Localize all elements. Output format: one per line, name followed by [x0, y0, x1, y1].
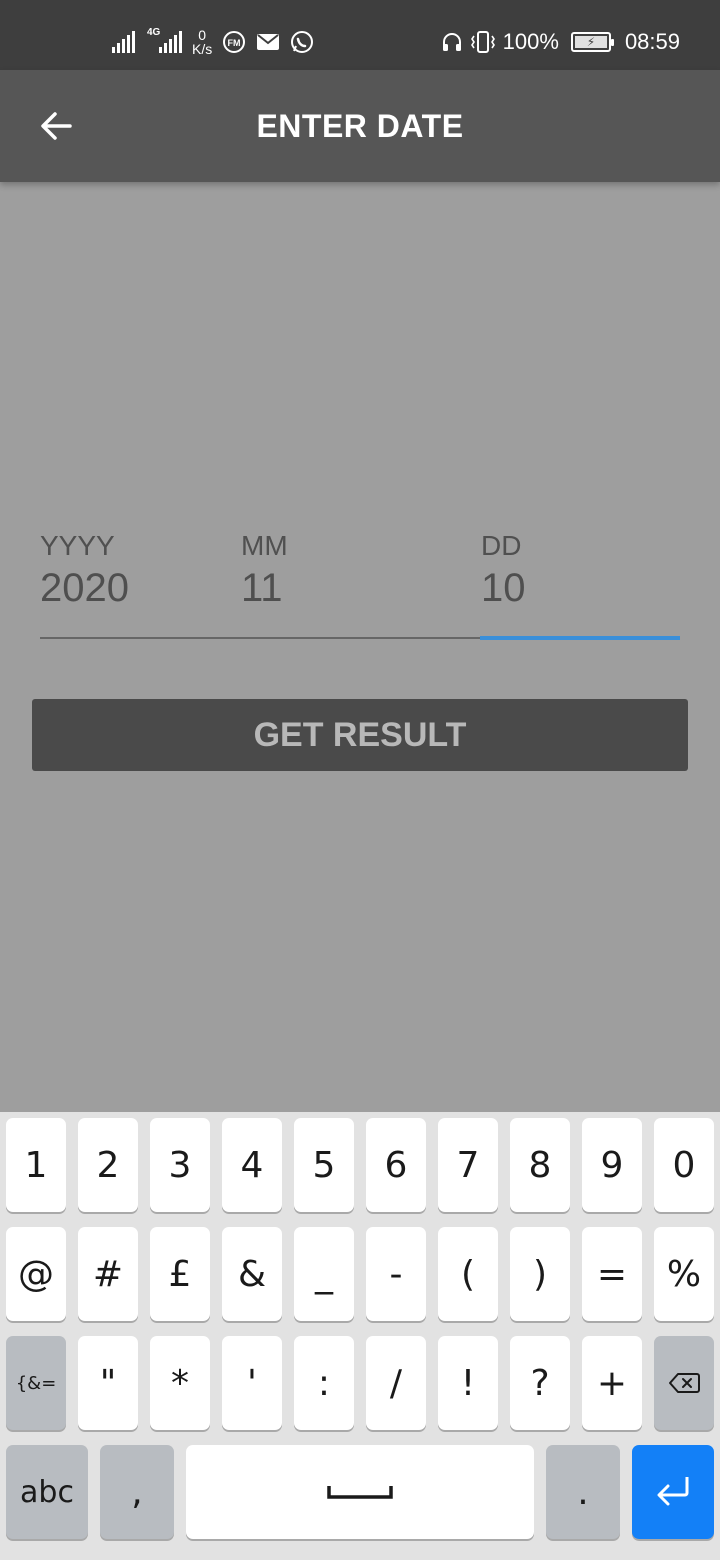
app-bar: ENTER DATE: [0, 70, 720, 182]
key-0[interactable]: 0: [654, 1118, 714, 1212]
day-label: DD: [481, 530, 522, 561]
day-input[interactable]: 10: [481, 566, 526, 611]
year-label: YYYY: [40, 530, 115, 561]
key-plus[interactable]: +: [582, 1336, 642, 1430]
space-bar-icon: [327, 1486, 393, 1499]
network-speed-value: 0: [198, 27, 207, 43]
signal-icon: [112, 31, 135, 53]
year-input[interactable]: 2020: [40, 566, 129, 611]
status-bar: 4G 0 K/s FM 100% ⚡ 08:59: [0, 0, 720, 70]
day-underline-focused: [480, 636, 680, 640]
key-hyphen[interactable]: -: [366, 1227, 426, 1321]
key-exclamation[interactable]: !: [438, 1336, 498, 1430]
key-6[interactable]: 6: [366, 1118, 426, 1212]
year-underline: [40, 637, 240, 639]
key-percent[interactable]: %: [654, 1227, 714, 1321]
clock: 08:59: [624, 29, 680, 54]
comma-key[interactable]: ,: [100, 1445, 174, 1539]
whatsapp-icon: [290, 30, 314, 54]
soft-keyboard: 1 2 3 4 5 6 7 8 9 0 @ # £ & _ - ( ) = % …: [0, 1112, 720, 1560]
network-type: 4G: [147, 27, 161, 38]
status-left-icons: 4G 0 K/s FM: [112, 24, 314, 60]
battery-percent: 100%: [502, 29, 559, 54]
headphones-icon: [441, 31, 463, 53]
signal-4g-icon: 4G: [145, 27, 182, 53]
month-input[interactable]: 11: [241, 566, 283, 611]
space-key[interactable]: [186, 1445, 534, 1539]
abc-key[interactable]: abc: [6, 1445, 88, 1539]
fm-radio-icon: FM: [222, 30, 246, 54]
enter-key[interactable]: [632, 1445, 714, 1539]
month-label: MM: [241, 530, 288, 561]
symbols-switch-key[interactable]: {&=: [6, 1336, 66, 1430]
key-hash[interactable]: #: [78, 1227, 138, 1321]
get-result-button[interactable]: GET RESULT: [32, 699, 688, 771]
status-right-icons: 100% ⚡ 08:59: [441, 24, 680, 60]
key-double-quote[interactable]: ": [78, 1336, 138, 1430]
period-key[interactable]: .: [546, 1445, 620, 1539]
key-question[interactable]: ?: [510, 1336, 570, 1430]
key-4[interactable]: 4: [222, 1118, 282, 1212]
key-7[interactable]: 7: [438, 1118, 498, 1212]
key-1[interactable]: 1: [6, 1118, 66, 1212]
key-equals[interactable]: =: [582, 1227, 642, 1321]
key-underscore[interactable]: _: [294, 1227, 354, 1321]
key-open-paren[interactable]: (: [438, 1227, 498, 1321]
key-colon[interactable]: :: [294, 1336, 354, 1430]
key-9[interactable]: 9: [582, 1118, 642, 1212]
enter-icon: [657, 1477, 689, 1506]
mail-icon: [256, 32, 280, 52]
month-underline: [240, 637, 480, 639]
key-3[interactable]: 3: [150, 1118, 210, 1212]
battery-charging-icon: ⚡: [570, 32, 614, 52]
page-title: ENTER DATE: [256, 108, 464, 144]
symbols-switch-label: {&=: [15, 1372, 57, 1394]
key-2[interactable]: 2: [78, 1118, 138, 1212]
key-close-paren[interactable]: ): [510, 1227, 570, 1321]
key-8[interactable]: 8: [510, 1118, 570, 1212]
network-speed: 0 K/s: [192, 28, 212, 56]
key-5[interactable]: 5: [294, 1118, 354, 1212]
key-slash[interactable]: /: [366, 1336, 426, 1430]
key-at[interactable]: @: [6, 1227, 66, 1321]
vibrate-icon: [469, 30, 497, 54]
key-asterisk[interactable]: *: [150, 1336, 210, 1430]
backspace-key[interactable]: [654, 1336, 714, 1430]
svg-text:FM: FM: [228, 38, 241, 48]
backspace-icon: [669, 1373, 700, 1393]
key-ampersand[interactable]: &: [222, 1227, 282, 1321]
key-pound[interactable]: £: [150, 1227, 210, 1321]
network-speed-unit: K/s: [192, 41, 213, 57]
key-apostrophe[interactable]: ': [222, 1336, 282, 1430]
